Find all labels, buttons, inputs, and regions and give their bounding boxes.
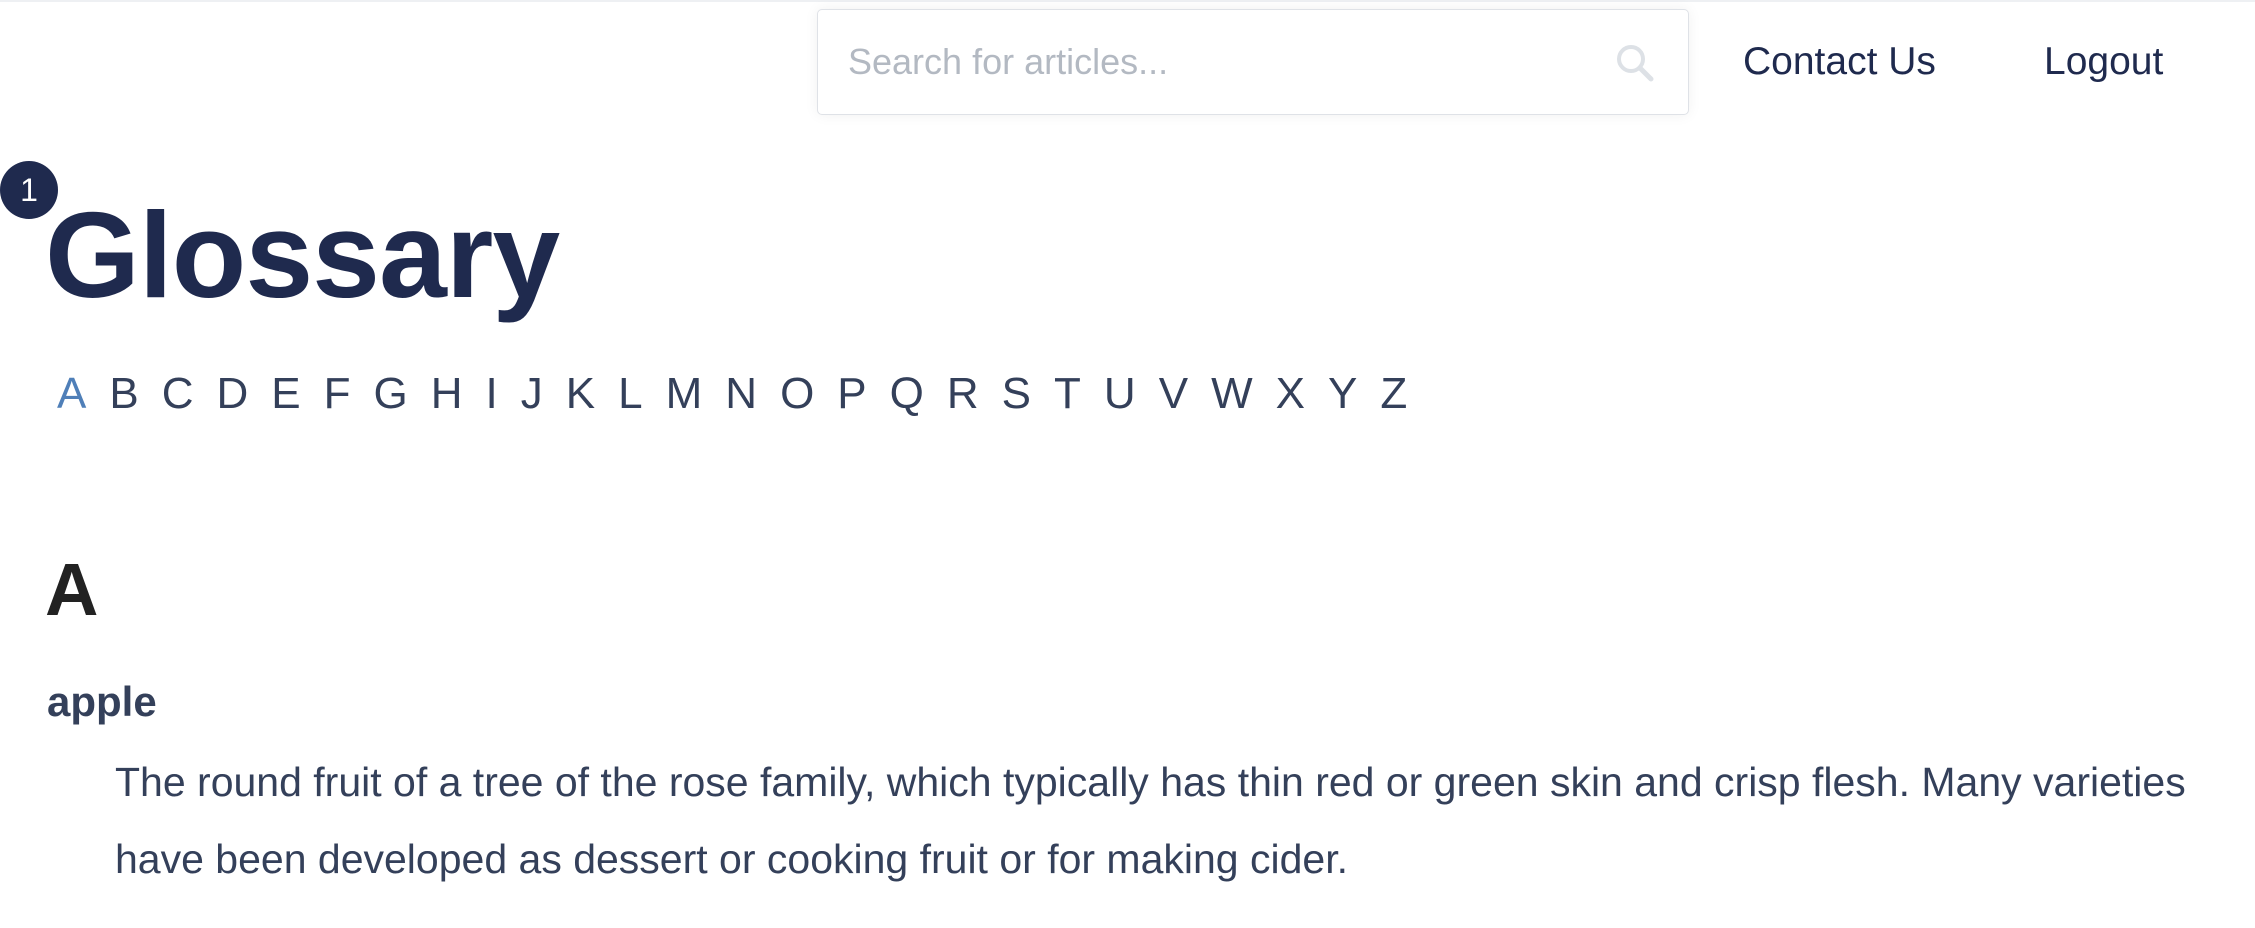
alphabet-letter-o[interactable]: O: [780, 366, 814, 422]
alphabet-letter-c[interactable]: C: [162, 366, 194, 422]
alphabet-letter-j[interactable]: J: [521, 366, 543, 422]
alphabet-letter-p[interactable]: P: [837, 366, 866, 422]
alphabet-letter-g[interactable]: G: [374, 366, 408, 422]
alphabet-letter-k[interactable]: K: [566, 366, 595, 422]
alphabet-letter-i[interactable]: I: [486, 366, 498, 422]
alphabet-letter-n[interactable]: N: [725, 366, 757, 422]
page-title: Glossary: [45, 187, 560, 323]
alphabet-letter-y[interactable]: Y: [1328, 366, 1357, 422]
alphabet-letter-h[interactable]: H: [431, 366, 463, 422]
alphabet-letter-q[interactable]: Q: [890, 366, 924, 422]
step-marker-badge: 1: [0, 161, 58, 219]
logout-link[interactable]: Logout: [2044, 34, 2163, 90]
search-box[interactable]: [817, 9, 1689, 115]
alphabet-letter-w[interactable]: W: [1211, 366, 1253, 422]
alphabet-letter-m[interactable]: M: [666, 366, 703, 422]
alphabet-letter-t[interactable]: T: [1054, 366, 1081, 422]
search-input[interactable]: [848, 10, 1608, 114]
glossary-definition: The round fruit of a tree of the rose fa…: [115, 759, 2186, 882]
glossary-term: apple: [47, 678, 157, 725]
alphabet-letter-u[interactable]: U: [1104, 366, 1136, 422]
alphabet-letter-e[interactable]: E: [271, 366, 300, 422]
contact-us-link[interactable]: Contact Us: [1743, 34, 1936, 90]
alphabet-index: ABCDEFGHIJKLMNOPQRSTUVWXYZ: [57, 366, 1430, 422]
alphabet-letter-b[interactable]: B: [109, 366, 138, 422]
alphabet-letter-v[interactable]: V: [1159, 366, 1188, 422]
search-icon[interactable]: [1612, 40, 1658, 86]
alphabet-letter-r[interactable]: R: [947, 366, 979, 422]
top-header: Contact Us Logout: [0, 0, 2255, 120]
alphabet-letter-d[interactable]: D: [217, 366, 249, 422]
alphabet-letter-x[interactable]: X: [1276, 366, 1305, 422]
alphabet-letter-s[interactable]: S: [1002, 366, 1031, 422]
alphabet-letter-z[interactable]: Z: [1380, 366, 1407, 422]
alphabet-letter-l[interactable]: L: [618, 366, 642, 422]
section-heading-a: A: [45, 548, 99, 631]
alphabet-letter-f[interactable]: F: [324, 366, 351, 422]
alphabet-letter-a[interactable]: A: [57, 366, 86, 422]
